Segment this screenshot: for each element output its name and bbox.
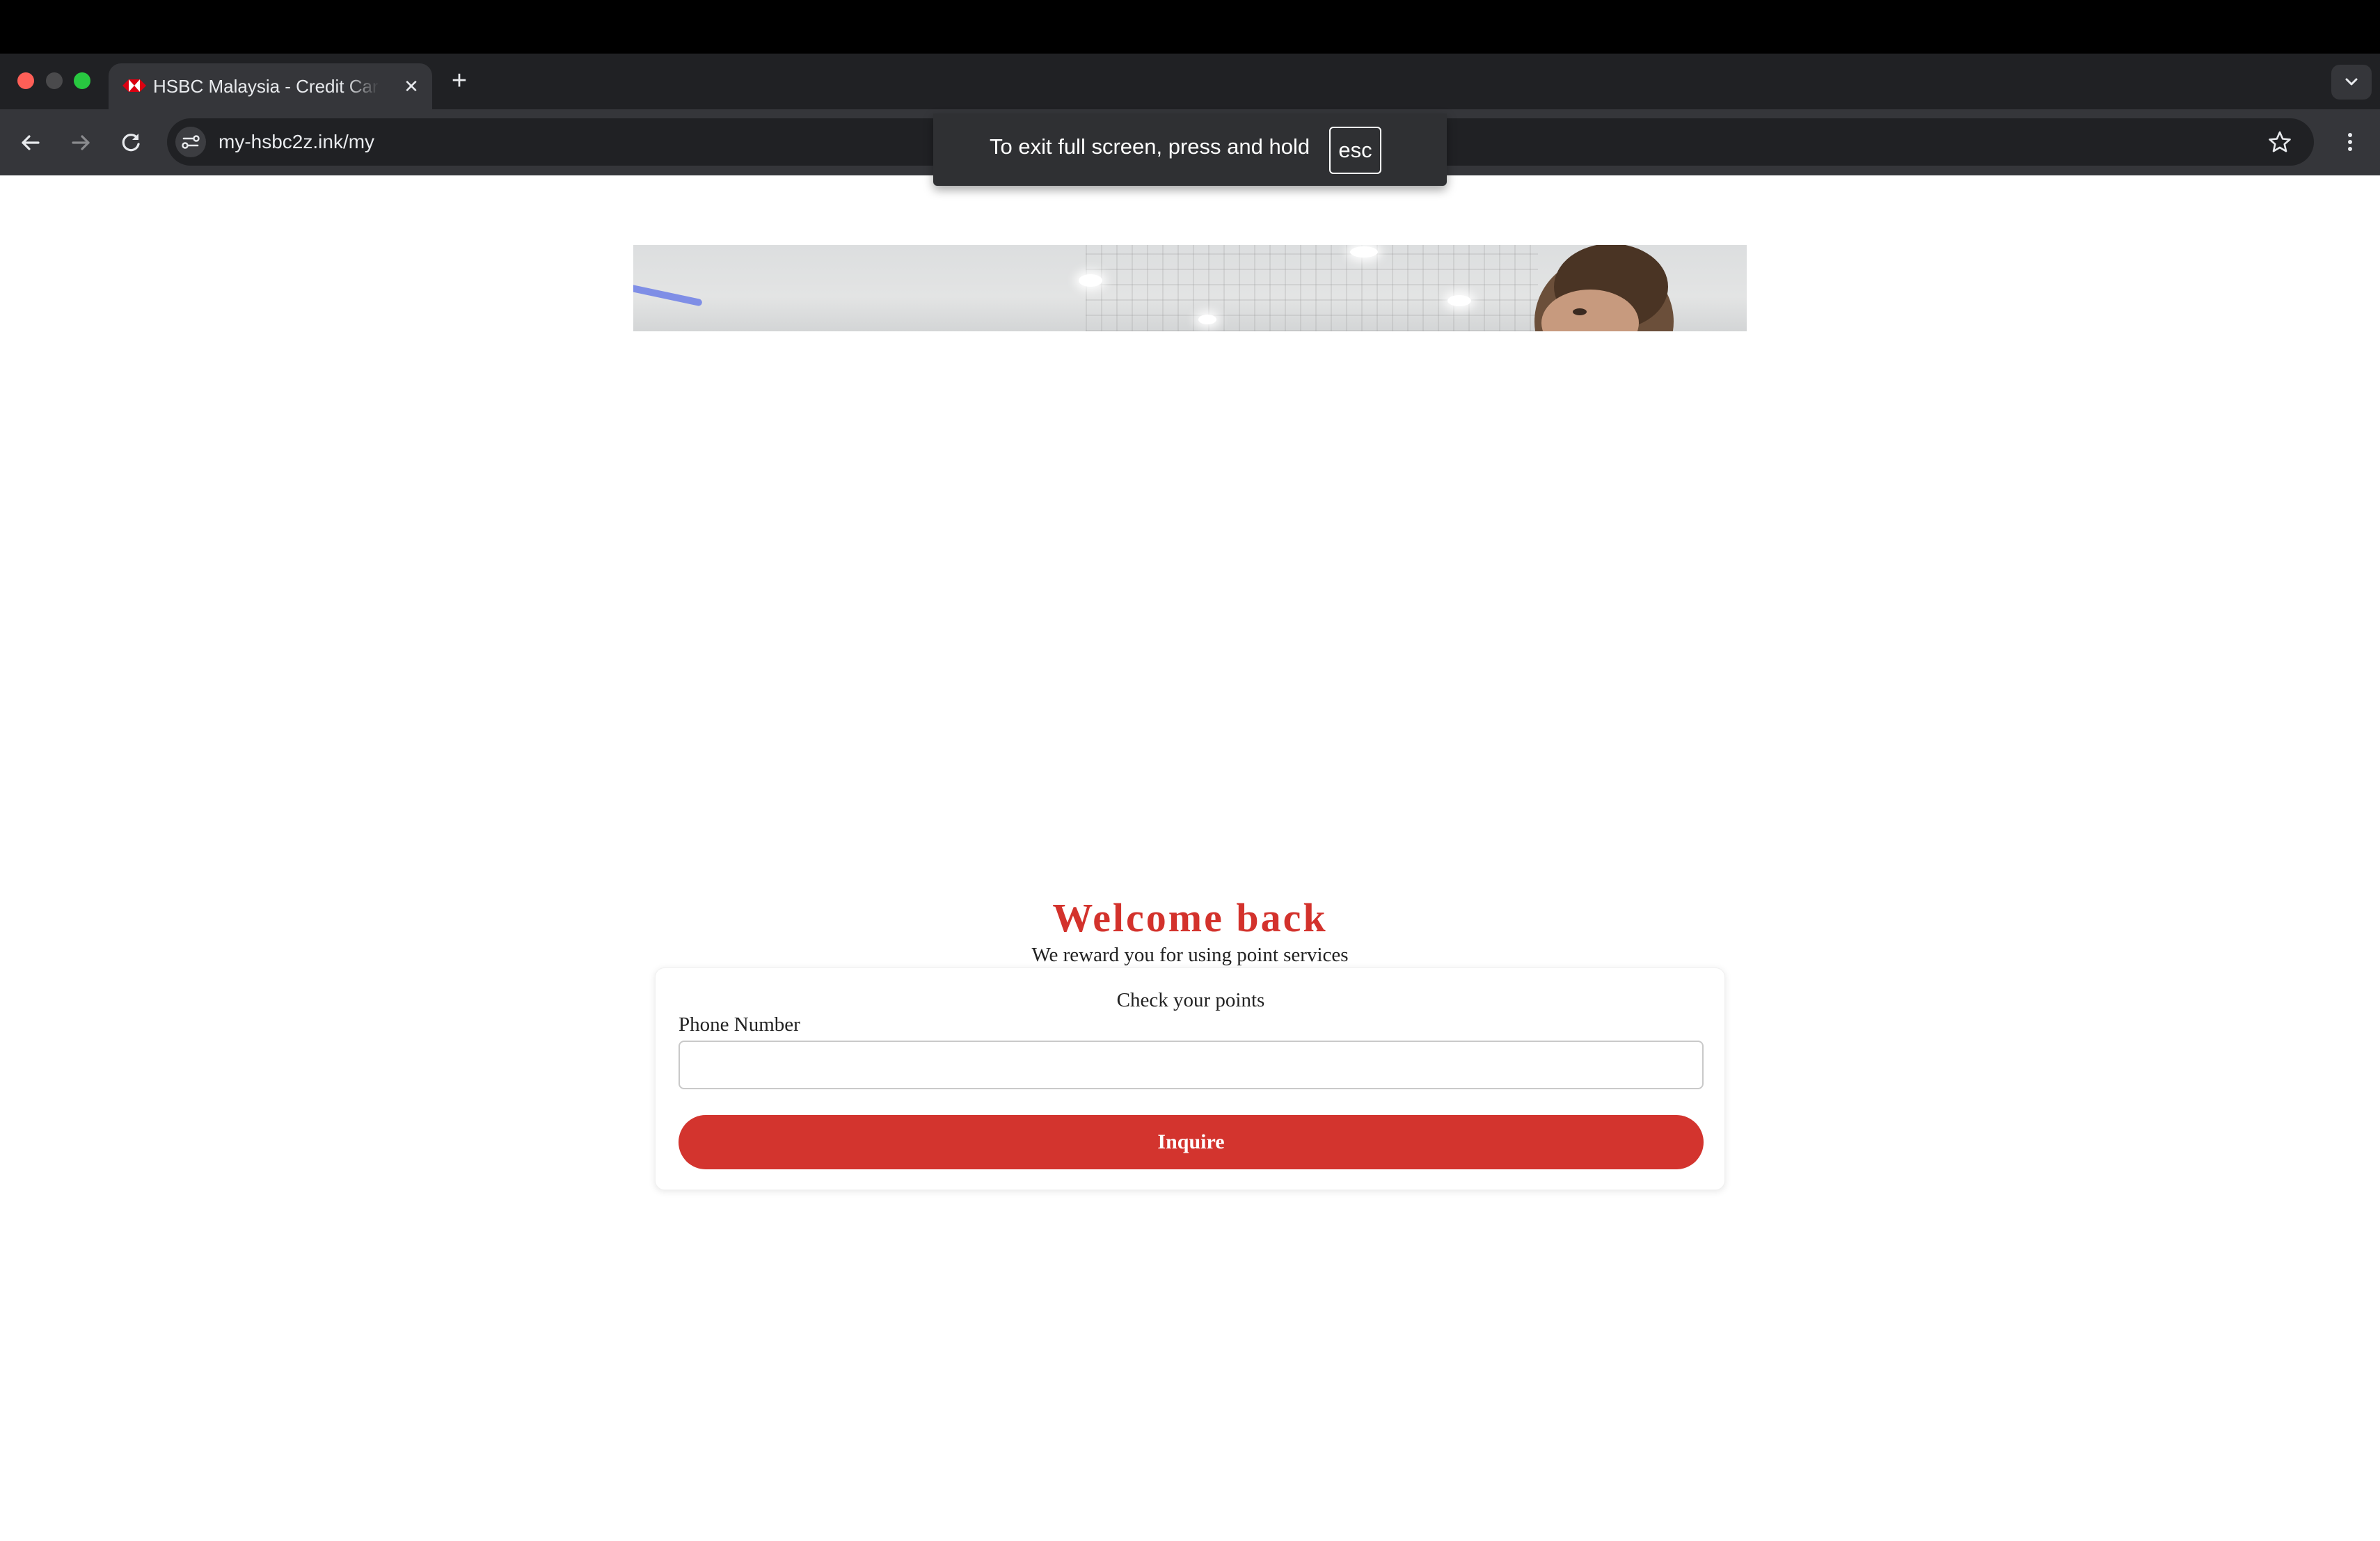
kebab-menu-icon[interactable] bbox=[2335, 127, 2365, 157]
url-text[interactable]: my-hsbc2z.ink/my bbox=[219, 118, 374, 166]
arrow-left-icon[interactable] bbox=[15, 127, 46, 158]
fullscreen-notice-text: To exit full screen, press and hold bbox=[990, 134, 1310, 159]
ceiling-grid bbox=[1086, 245, 1538, 331]
star-icon[interactable] bbox=[2264, 127, 2295, 157]
welcome-subtitle: We reward you for using point services bbox=[1031, 944, 1349, 966]
phone-number-label: Phone Number bbox=[679, 1013, 800, 1036]
browser-tab-active[interactable]: HSBC Malaysia - Credit Cards ✕ bbox=[109, 63, 432, 109]
points-check-card: Check your points Phone Number Inquire bbox=[655, 967, 1725, 1190]
person-photo bbox=[1534, 245, 1674, 331]
arrow-right-icon[interactable] bbox=[65, 127, 96, 158]
ceiling-light bbox=[1350, 246, 1378, 258]
blue-light-streak bbox=[633, 282, 703, 307]
ceiling-light bbox=[1198, 315, 1216, 324]
inquire-button[interactable]: Inquire bbox=[679, 1115, 1704, 1169]
close-icon[interactable]: ✕ bbox=[402, 77, 421, 96]
tab-title: HSBC Malaysia - Credit Cards bbox=[153, 76, 379, 97]
reload-icon[interactable] bbox=[116, 127, 146, 158]
card-title: Check your points bbox=[1116, 989, 1265, 1011]
menu-bar-area bbox=[0, 0, 2380, 54]
tab-search-button[interactable] bbox=[2331, 65, 2372, 100]
phone-number-input[interactable] bbox=[679, 1041, 1704, 1089]
plus-icon[interactable]: + bbox=[445, 67, 473, 95]
chevron-down-icon bbox=[2345, 78, 2358, 86]
hero-banner-image bbox=[633, 245, 1747, 331]
hsbc-logo-icon bbox=[122, 79, 146, 92]
ceiling-light bbox=[1447, 295, 1471, 306]
esc-key-badge: esc bbox=[1329, 127, 1381, 174]
window-close-button[interactable] bbox=[17, 72, 34, 89]
window-fullscreen-button[interactable] bbox=[74, 72, 90, 89]
tune-icon[interactable] bbox=[175, 127, 206, 157]
fullscreen-exit-notice: To exit full screen, press and hold esc bbox=[933, 113, 1447, 186]
welcome-title: Welcome back bbox=[1052, 895, 1328, 940]
ceiling-light bbox=[1079, 274, 1102, 287]
window-minimize-button[interactable] bbox=[46, 72, 63, 89]
